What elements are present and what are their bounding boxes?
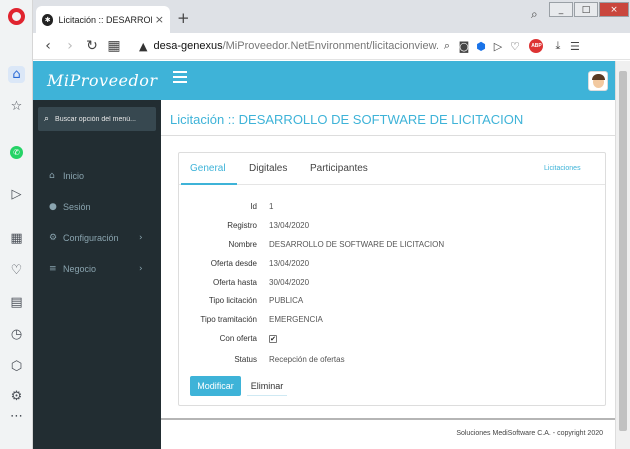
field-value-tipo-tramitacion: EMERGENCIA xyxy=(269,315,323,324)
tab-title: Licitación :: DESARROLLO D xyxy=(58,14,151,25)
home-icon: ⌂ xyxy=(49,171,55,181)
download-icon[interactable]: ⤓ xyxy=(549,39,566,53)
tiles-icon[interactable]: ▦ xyxy=(103,38,125,54)
tab-general[interactable]: General xyxy=(190,163,226,174)
menu-toggle-icon[interactable] xyxy=(173,71,187,85)
menu-search: ⌕ xyxy=(38,107,156,131)
field-value-oferta-hasta: 30/04/2020 xyxy=(269,278,310,287)
reload-icon[interactable]: ↻ xyxy=(81,38,103,54)
field-value-registro: 13/04/2020 xyxy=(269,221,310,230)
tab-strip: General Digitales Participantes Licitaci… xyxy=(179,153,605,185)
sidebar-item-label: Sesión xyxy=(63,202,91,212)
warning-icon[interactable]: ▲ xyxy=(139,40,147,53)
easy-setup-icon[interactable]: ☰ xyxy=(566,40,583,53)
news-icon[interactable]: ▤ xyxy=(8,294,25,311)
vpn-shield-icon[interactable]: ⬢ xyxy=(472,40,489,53)
close-window-button[interactable]: × xyxy=(599,2,629,17)
field-label-nombre: Nombre xyxy=(228,240,257,249)
address-bar: ‹ › ↻ ▦ ▲ desa-genexus/MiProveedor.NetEn… xyxy=(33,33,630,60)
apps-grid-icon[interactable]: ▦ xyxy=(8,230,25,247)
footer: Soluciones MediSoftware C.A. - copyright… xyxy=(161,418,615,449)
url-field[interactable]: desa-genexus/MiProveedor.NetEnvironment/… xyxy=(153,40,438,52)
more-icon[interactable]: ⋯ xyxy=(8,408,25,425)
home-icon[interactable]: ⌂ xyxy=(8,66,25,83)
sidebar-item-configuracion[interactable]: ⚙ Configuración › xyxy=(33,228,161,248)
sidebar-item-label: Negocio xyxy=(63,264,97,274)
sidebar-item-sesion[interactable]: ● Sesión xyxy=(33,197,161,217)
detail-card: General Digitales Participantes Licitaci… xyxy=(178,152,606,406)
tab-search-icon[interactable]: ⌕ xyxy=(531,7,538,22)
search-icon: ⌕ xyxy=(44,114,50,124)
whatsapp-icon[interactable]: ✆ xyxy=(10,146,23,159)
sidebar-item-negocio[interactable]: ≡ Negocio › xyxy=(33,259,161,279)
field-value-status: Recepción de ofertas xyxy=(269,355,345,364)
favicon-icon: ✱ xyxy=(42,13,54,26)
user-icon: ● xyxy=(49,202,57,212)
search-icon[interactable]: ⌕ xyxy=(438,39,455,53)
maximize-button[interactable]: □ xyxy=(574,2,598,17)
forward-icon: › xyxy=(67,38,73,54)
page-title: Licitación :: DESARROLLO DE SOFTWARE DE … xyxy=(170,112,524,127)
settings-icon[interactable]: ⚙ xyxy=(8,388,25,405)
menu-search-input[interactable] xyxy=(55,115,146,123)
gear-icon: ⚙ xyxy=(49,233,58,243)
avatar[interactable] xyxy=(588,71,608,91)
brand-logo[interactable]: MiProveedor xyxy=(47,71,158,90)
field-label-con-oferta: Con oferta xyxy=(219,334,257,343)
back-icon[interactable]: ‹ xyxy=(37,38,59,54)
web-app: MiProveedor ⌕ ⌂ Inicio ● Sesión ⚙ Config… xyxy=(33,61,615,449)
field-label-id: Id xyxy=(250,202,257,211)
field-label-registro: Registro xyxy=(227,221,257,230)
browser-sidebar: ⌂ ☆ ✆ ▷ ▦ ♡ ▤ ◷ ⬡ ⚙ ⋯ xyxy=(0,0,33,449)
field-label-tipo-licitacion: Tipo licitación xyxy=(208,296,257,305)
con-oferta-checkbox: ✔ xyxy=(269,335,277,343)
browser-tab[interactable]: ✱ Licitación :: DESARROLLO D × xyxy=(36,6,170,33)
field-value-nombre: DESARROLLO DE SOFTWARE DE LICITACION xyxy=(269,240,445,249)
active-tab-indicator xyxy=(181,183,237,185)
adblock-icon[interactable]: ABP xyxy=(529,39,544,53)
opera-logo-icon[interactable] xyxy=(8,8,25,25)
field-label-tipo-tramitacion: Tipo tramitación xyxy=(200,315,257,324)
heart-icon[interactable]: ♡ xyxy=(8,262,25,279)
modify-button[interactable]: Modificar xyxy=(190,376,241,396)
app-sidebar: ⌕ ⌂ Inicio ● Sesión ⚙ Configuración › ≡ … xyxy=(33,100,161,449)
page-scrollbar[interactable] xyxy=(615,61,630,449)
sidebar-item-label: Inicio xyxy=(63,171,85,181)
footer-copyright: Soluciones MediSoftware C.A. - copyright… xyxy=(456,430,603,437)
field-value-id: 1 xyxy=(269,202,274,211)
close-tab-icon[interactable]: × xyxy=(155,13,164,26)
new-tab-icon[interactable]: + xyxy=(177,9,190,27)
url-path: /MiProveedor.NetEnvironment/licitacionvi… xyxy=(222,40,439,52)
sidebar-item-inicio[interactable]: ⌂ Inicio xyxy=(33,166,161,186)
licitaciones-link[interactable]: Licitaciones xyxy=(544,165,581,172)
send-icon[interactable]: ▷ xyxy=(8,186,25,203)
app-header: MiProveedor xyxy=(33,61,615,100)
list-icon: ≡ xyxy=(49,264,57,274)
main-content: Licitación :: DESARROLLO DE SOFTWARE DE … xyxy=(161,100,615,449)
camera-icon[interactable]: ◙ xyxy=(455,40,472,53)
sidebar-item-label: Configuración xyxy=(63,233,119,243)
field-value-tipo-licitacion: PUBLICA xyxy=(269,296,304,305)
cube-icon[interactable]: ⬡ xyxy=(8,358,25,375)
field-label-status: Status xyxy=(234,355,257,364)
field-value-oferta-desde: 13/04/2020 xyxy=(269,259,310,268)
tab-digitales[interactable]: Digitales xyxy=(249,163,287,174)
content-body: General Digitales Participantes Licitaci… xyxy=(161,136,615,418)
field-label-oferta-hasta: Oferta hasta xyxy=(212,278,257,287)
delete-button[interactable]: Eliminar xyxy=(247,376,287,396)
minimize-button[interactable]: _ xyxy=(549,2,573,17)
chevron-right-icon: › xyxy=(139,264,143,274)
scrollbar-thumb[interactable] xyxy=(619,71,627,431)
send-page-icon[interactable]: ▷ xyxy=(489,40,506,53)
url-host: desa-genexus xyxy=(153,40,223,52)
tab-participantes[interactable]: Participantes xyxy=(310,163,368,174)
tab-bar: ✱ Licitación :: DESARROLLO D × + ⌕ _ □ × xyxy=(33,0,630,33)
field-label-oferta-desde: Oferta desde xyxy=(210,259,257,268)
star-icon[interactable]: ☆ xyxy=(8,98,25,115)
heart-icon[interactable]: ♡ xyxy=(506,40,523,53)
chevron-right-icon: › xyxy=(139,233,143,243)
content-header: Licitación :: DESARROLLO DE SOFTWARE DE … xyxy=(161,100,615,136)
history-icon[interactable]: ◷ xyxy=(8,326,25,343)
